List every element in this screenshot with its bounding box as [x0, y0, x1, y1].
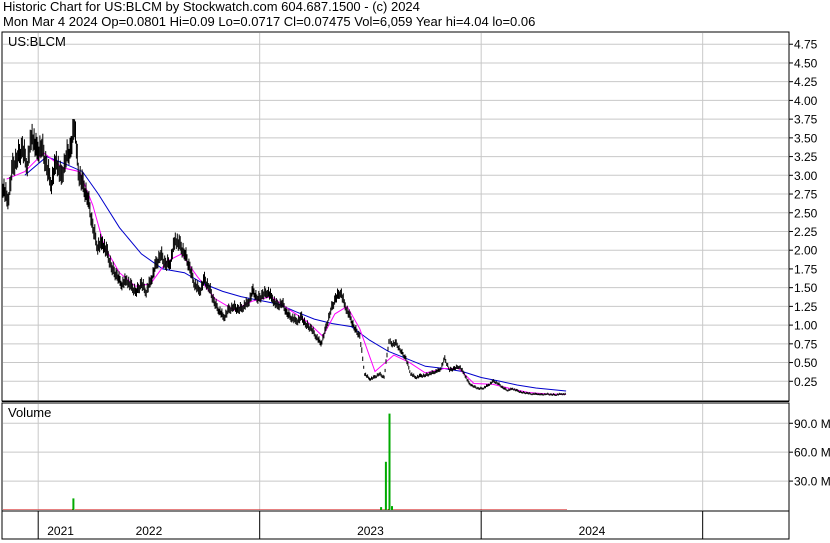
price-axis: 0.25 0.50 0.75 1.00 1.25 1.50 1.75 2.00 2.25 2.50… — [789, 38, 818, 389]
time-axis-frame — [1, 510, 790, 540]
price-panel-title: US:BLCM — [8, 34, 66, 49]
price-tick-label: 4.50 — [794, 56, 818, 70]
price-tick-label: 0.50 — [794, 356, 818, 370]
year-label: 2024 — [579, 524, 606, 538]
price-tick-label: 2.75 — [794, 188, 818, 202]
price-tick-label: 2.00 — [794, 244, 818, 258]
volume-tick-label: 60.0 M — [794, 446, 830, 460]
volume-tick-label: 30.0 M — [794, 475, 830, 489]
price-tick-label: 1.75 — [794, 262, 818, 276]
stock-chart: 0.25 0.50 0.75 1.00 1.25 1.50 1.75 2.00 2.25 2.50… — [1, 31, 830, 540]
price-tick-label: 3.25 — [794, 150, 818, 164]
year-label: 2022 — [136, 524, 163, 538]
price-tick-label: 3.50 — [794, 131, 818, 145]
price-tick-label: 4.00 — [794, 94, 818, 108]
price-panel-frame — [1, 31, 790, 402]
price-tick-label: 0.75 — [794, 337, 818, 351]
price-tick-label: 2.25 — [794, 225, 818, 239]
chart-window: Historic Chart for US:BLCM by Stockwatch… — [0, 0, 830, 543]
price-tick-label: 1.25 — [794, 300, 818, 314]
price-tick-label: 3.00 — [794, 169, 818, 183]
volume-axis: 30.0 M 60.0 M 90.0 M — [789, 417, 830, 489]
price-tick-label: 1.00 — [794, 319, 818, 333]
year-label: 2021 — [47, 524, 74, 538]
price-tick-label: 3.75 — [794, 113, 818, 127]
year-label: 2023 — [357, 524, 384, 538]
price-tick-label: 4.25 — [794, 75, 818, 89]
price-tick-label: 1.50 — [794, 281, 818, 295]
volume-panel-frame — [1, 402, 790, 512]
price-tick-label: 2.50 — [794, 206, 818, 220]
price-tick-label: 4.75 — [794, 38, 818, 52]
volume-panel-title: Volume — [8, 405, 51, 420]
price-tick-label: 0.25 — [794, 375, 818, 389]
volume-tick-label: 90.0 M — [794, 417, 830, 431]
